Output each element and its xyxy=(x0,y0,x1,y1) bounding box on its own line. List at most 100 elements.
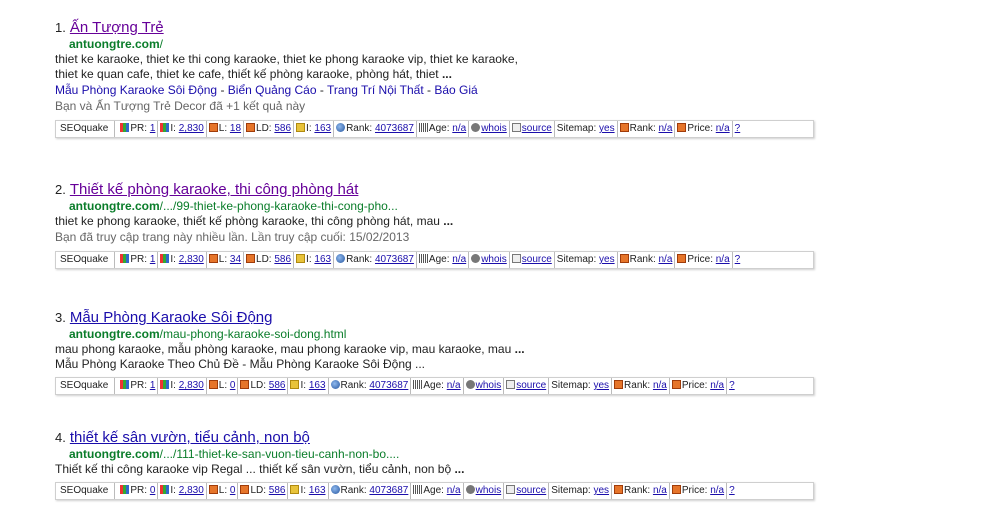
seo-ld-value[interactable]: 586 xyxy=(269,380,286,391)
seo-rank-value[interactable]: 4073687 xyxy=(369,485,408,496)
result-url-domain: antuongtre.com xyxy=(69,327,160,341)
result-url[interactable]: antuongtre.com/mau-phong-karaoke-soi-don… xyxy=(55,327,825,342)
seo-help-link[interactable]: ? xyxy=(735,254,741,265)
result-url[interactable]: antuongtre.com/.../99-thiet-ke-phong-kar… xyxy=(55,199,825,214)
seoquake-brand[interactable]: SEOquake xyxy=(56,483,116,499)
source-icon xyxy=(506,485,516,494)
seo-index-value[interactable]: 2,830 xyxy=(179,485,204,496)
seo-price-value[interactable]: n/a xyxy=(716,254,730,265)
google-icon xyxy=(120,380,130,389)
globe-icon xyxy=(330,485,340,494)
seoquake-brand[interactable]: SEOquake xyxy=(56,121,116,137)
seo-sitemap-value[interactable]: yes xyxy=(599,123,615,134)
seo-whois-link[interactable]: whois xyxy=(481,123,507,134)
seo-rank2-value[interactable]: n/a xyxy=(653,485,667,496)
seo-help-link[interactable]: ? xyxy=(729,380,735,391)
seoquake-brand[interactable]: SEOquake xyxy=(56,252,116,268)
seo-linkdomains: LD: 586 xyxy=(237,378,287,394)
seo-help-link[interactable]: ? xyxy=(729,485,735,496)
seo-links-value[interactable]: 34 xyxy=(230,254,241,265)
seo-rank-value[interactable]: 4073687 xyxy=(369,380,408,391)
seo-index-value[interactable]: 2,830 xyxy=(179,380,204,391)
yahoo-icon xyxy=(208,123,218,132)
result-title-link[interactable]: Mẫu Phòng Karaoke Sôi Động xyxy=(70,309,273,326)
seo-index2-value[interactable]: 163 xyxy=(309,380,326,391)
source-icon xyxy=(506,380,516,389)
result-title-link[interactable]: thiết kế sân vườn, tiểu cảnh, non bộ xyxy=(70,429,310,446)
seo-index-value[interactable]: 2,830 xyxy=(179,254,204,265)
seo-whois-link[interactable]: whois xyxy=(476,485,502,496)
seo-pr-value[interactable]: 0 xyxy=(150,485,156,496)
seo-source-link[interactable]: source xyxy=(516,485,546,496)
source-icon xyxy=(511,254,521,263)
result-snippet-line: Thiết kế thi công karaoke vip Regal ... … xyxy=(55,462,825,477)
seo-links-value[interactable]: 0 xyxy=(230,380,236,391)
seo-rank2-value[interactable]: n/a xyxy=(659,254,673,265)
inline-sitelink[interactable]: Mẫu Phòng Karaoke Theo Chủ Đề xyxy=(55,357,239,371)
archive-icon xyxy=(418,254,428,263)
google-icon xyxy=(160,485,170,494)
seo-ld-value[interactable]: 586 xyxy=(274,254,291,265)
sitelink[interactable]: Mẫu Phòng Karaoke Sôi Động xyxy=(55,83,217,97)
search-result: 2. Thiết kế phòng karaoke, thi công phòng… xyxy=(55,180,825,269)
seo-sitemap-value[interactable]: yes xyxy=(599,254,615,265)
seo-sitemap-value[interactable]: yes xyxy=(593,485,609,496)
seo-age-value[interactable]: n/a xyxy=(452,254,466,265)
result-title-link[interactable]: Thiết kế phòng karaoke, thi công phòng h… xyxy=(70,181,359,198)
seo-pr-value[interactable]: 1 xyxy=(150,254,156,265)
seo-rank-value[interactable]: 4073687 xyxy=(375,123,414,134)
seo-ld-value[interactable]: 586 xyxy=(274,123,291,134)
seo-index2-value[interactable]: 163 xyxy=(314,254,331,265)
rank-icon xyxy=(619,123,629,132)
seo-price-value[interactable]: n/a xyxy=(710,485,724,496)
seo-rank2-value[interactable]: n/a xyxy=(659,123,673,134)
archive-icon xyxy=(413,380,423,389)
seo-price-value[interactable]: n/a xyxy=(710,380,724,391)
seo-ld-value[interactable]: 586 xyxy=(269,485,286,496)
seo-links-value[interactable]: 0 xyxy=(230,485,236,496)
seo-pr-value[interactable]: 1 xyxy=(150,380,156,391)
seo-links-value[interactable]: 18 xyxy=(230,123,241,134)
result-snippet-line: thiet ke phong karaoke, thiết kế phòng k… xyxy=(55,214,825,229)
seo-sitemap: Sitemap: yes xyxy=(553,121,617,137)
sitelink[interactable]: Trang Trí Nội Thất xyxy=(327,83,424,97)
seo-age-value[interactable]: n/a xyxy=(447,485,461,496)
snippet-text: Thiết kế thi công karaoke vip Regal ... … xyxy=(55,462,455,476)
result-url[interactable]: antuongtre.com/ xyxy=(55,37,825,52)
seo-whois-link[interactable]: whois xyxy=(476,380,502,391)
seo-age-value[interactable]: n/a xyxy=(452,123,466,134)
seo-index2-value[interactable]: 163 xyxy=(314,123,331,134)
result-title-line: 2. Thiết kế phòng karaoke, thi công phòng… xyxy=(55,180,825,199)
seo-whois-link[interactable]: whois xyxy=(481,254,507,265)
sitelink[interactable]: Báo Giá xyxy=(434,83,477,97)
result-number: 4. xyxy=(55,430,66,445)
seo-rank2-value[interactable]: n/a xyxy=(653,380,667,391)
seo-age: Age: n/a xyxy=(410,483,462,499)
seo-help-link[interactable]: ? xyxy=(735,123,741,134)
bing-icon xyxy=(296,254,306,263)
seo-source: source xyxy=(503,483,548,499)
seo-sitemap-value[interactable]: yes xyxy=(593,380,609,391)
result-url[interactable]: antuongtre.com/.../111-thiet-ke-san-vuon… xyxy=(55,447,825,462)
seo-source-link[interactable]: source xyxy=(522,254,552,265)
seo-index2-value[interactable]: 163 xyxy=(309,485,326,496)
seo-rank-value[interactable]: 4073687 xyxy=(375,254,414,265)
result-title-link[interactable]: Ấn Tượng Trẻ xyxy=(70,19,164,36)
seo-pr-value[interactable]: 1 xyxy=(150,123,156,134)
seo-age-value[interactable]: n/a xyxy=(447,380,461,391)
seo-price-value[interactable]: n/a xyxy=(716,123,730,134)
snippet-ellipsis: ... xyxy=(441,67,452,81)
result-number: 1. xyxy=(55,20,66,35)
seo-alexa-rank: Rank: 4073687 xyxy=(333,252,416,268)
seoquake-brand[interactable]: SEOquake xyxy=(56,378,116,394)
inline-sitelink[interactable]: Mẫu Phòng Karaoke Sôi Động ... xyxy=(250,357,425,371)
snippet-text: thiet ke quan cafe, thiet ke cafe, thiết… xyxy=(55,67,442,81)
seo-source-link[interactable]: source xyxy=(516,380,546,391)
seo-price: Price: n/a xyxy=(674,252,731,268)
sitelink[interactable]: Biển Quảng Cáo xyxy=(228,83,317,97)
seo-source: source xyxy=(503,378,548,394)
yahoo-icon xyxy=(208,380,218,389)
seo-index-value[interactable]: 2,830 xyxy=(179,123,204,134)
seo-source-link[interactable]: source xyxy=(522,123,552,134)
seo-bing-index: I: 163 xyxy=(287,483,327,499)
